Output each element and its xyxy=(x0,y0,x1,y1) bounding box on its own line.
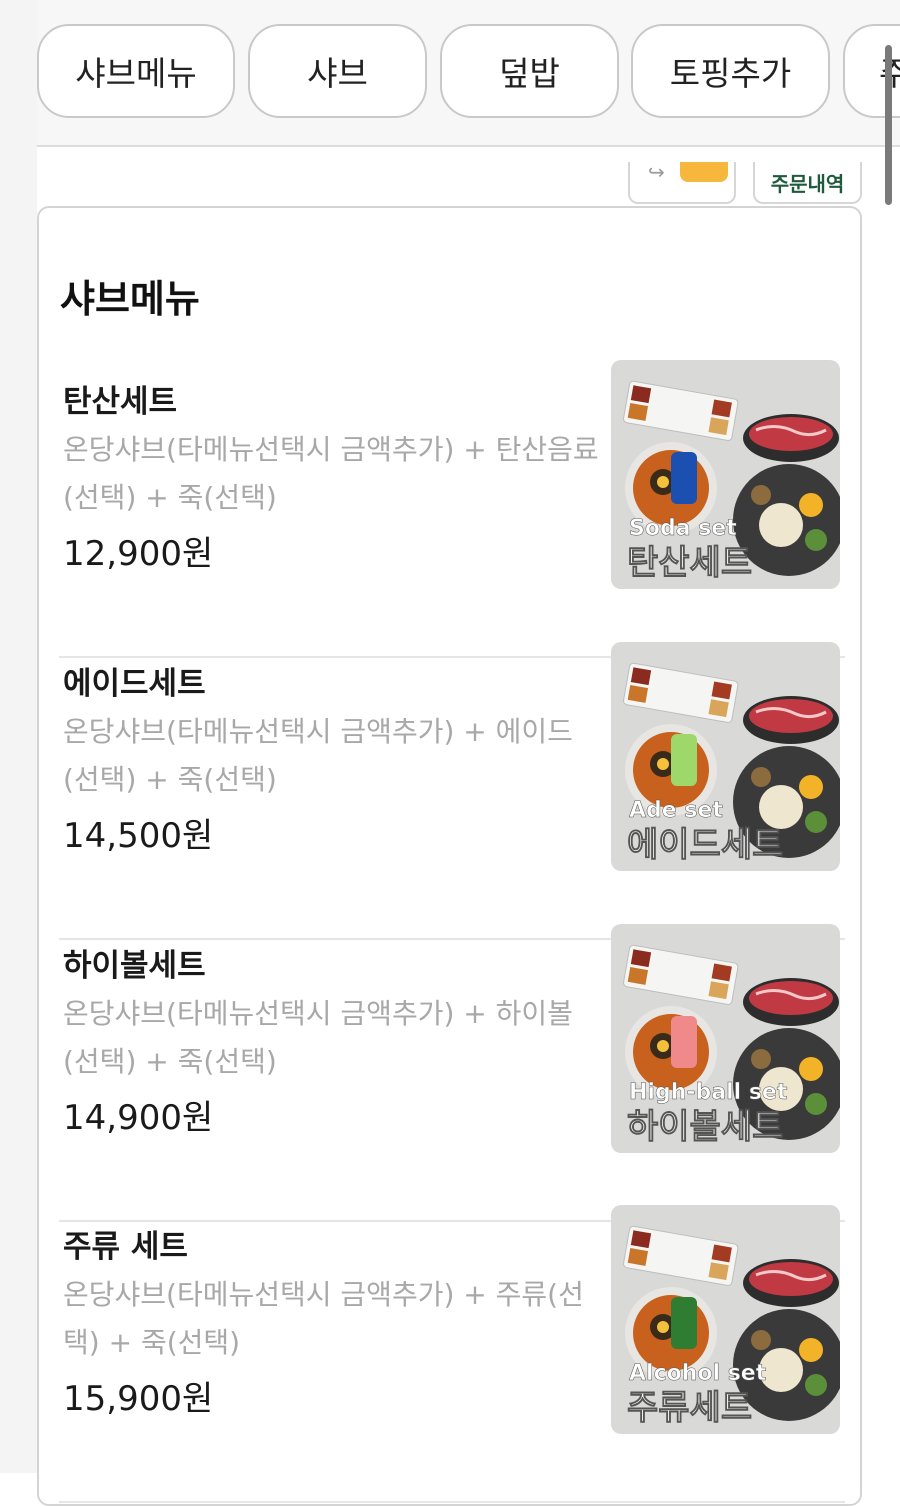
drink-icon xyxy=(671,1297,697,1349)
image-label-english: Soda set xyxy=(629,516,737,541)
left-gutter xyxy=(0,0,37,1473)
item-image: Alcohol set 주류세트 xyxy=(611,1205,840,1434)
item-image: Ade set 에이드세트 xyxy=(611,642,840,871)
menu-item[interactable]: 하이볼세트 온당샤브(타메뉴선택시 금액추가) + 하이볼(선택) + 죽(선택… xyxy=(59,924,845,1222)
item-price: 15,900원 xyxy=(63,1379,214,1419)
image-label-korean: 탄산세트 xyxy=(627,543,752,583)
image-label-korean: 에이드세트 xyxy=(627,825,783,865)
drink-icon xyxy=(671,734,697,786)
item-photo: High-ball set하이볼세트 xyxy=(611,924,840,1153)
image-label-korean: 주류세트 xyxy=(627,1388,752,1428)
menu-item[interactable]: 주류 세트 온당샤브(타메뉴선택시 금액추가) + 주류(선택) + 죽(선택)… xyxy=(59,1205,845,1503)
item-image: Soda set 탄산세트 xyxy=(611,360,840,589)
image-label-korean: 하이볼세트 xyxy=(627,1107,783,1147)
tab-topping-add[interactable]: 토핑추가 xyxy=(631,24,830,118)
item-description: 온당샤브(타메뉴선택시 금액추가) + 하이볼(선택) + 죽(선택) xyxy=(63,997,573,1078)
section-title: 샤브메뉴 xyxy=(60,277,200,321)
item-photo: Soda set탄산세트 xyxy=(611,360,840,589)
menu-item[interactable]: 에이드세트 온당샤브(타메뉴선택시 금액추가) + 에이드(선택) + 죽(선택… xyxy=(59,642,845,940)
tab-shabu[interactable]: 샤브 xyxy=(248,24,427,118)
item-name: 탄산세트 xyxy=(63,384,178,420)
menu-item[interactable]: 탄산세트 온당샤브(타메뉴선택시 금액추가) + 탄산음료(선택) + 죽(선택… xyxy=(59,360,845,658)
item-name: 하이볼세트 xyxy=(63,948,206,984)
menu-section-card: 샤브메뉴 탄산세트 온당샤브(타메뉴선택시 금액추가) + 탄산음료(선택) +… xyxy=(37,206,862,1506)
cart-button[interactable]: ↪ xyxy=(628,160,736,204)
order-history-button[interactable]: 주문내역 xyxy=(753,162,862,204)
item-description: 온당샤브(타메뉴선택시 금액추가) + 주류(선택) + 죽(선택) xyxy=(63,1278,584,1359)
item-price: 14,900원 xyxy=(63,1098,214,1138)
order-history-label: 주문내역 xyxy=(770,171,845,196)
item-price: 14,500원 xyxy=(63,816,214,856)
share-icon: ↪ xyxy=(648,160,665,184)
drink-icon xyxy=(671,452,697,504)
image-label-english: High-ball set xyxy=(629,1080,788,1105)
image-label-english: Alcohol set xyxy=(629,1361,767,1386)
item-photo: Ade set에이드세트 xyxy=(611,642,840,871)
category-tab-bar: 샤브메뉴 샤브 덮밥 토핑추가 주 xyxy=(37,0,900,147)
tab-rice-bowl[interactable]: 덮밥 xyxy=(440,24,619,118)
item-price: 12,900원 xyxy=(63,534,214,574)
cart-icon xyxy=(680,162,728,182)
item-description: 온당샤브(타메뉴선택시 금액추가) + 에이드(선택) + 죽(선택) xyxy=(63,715,573,796)
item-photo: Alcohol set주류세트 xyxy=(611,1205,840,1434)
drink-icon xyxy=(671,1016,697,1068)
tab-shabu-menu[interactable]: 샤브메뉴 xyxy=(37,24,235,118)
item-name: 에이드세트 xyxy=(63,666,206,702)
item-image: High-ball set 하이볼세트 xyxy=(611,924,840,1153)
image-label-english: Ade set xyxy=(629,798,723,823)
item-name: 주류 세트 xyxy=(63,1229,188,1265)
scrollbar-thumb[interactable] xyxy=(885,45,892,205)
item-divider xyxy=(59,1501,845,1503)
item-description: 온당샤브(타메뉴선택시 금액추가) + 탄산음료(선택) + 죽(선택) xyxy=(63,433,599,514)
